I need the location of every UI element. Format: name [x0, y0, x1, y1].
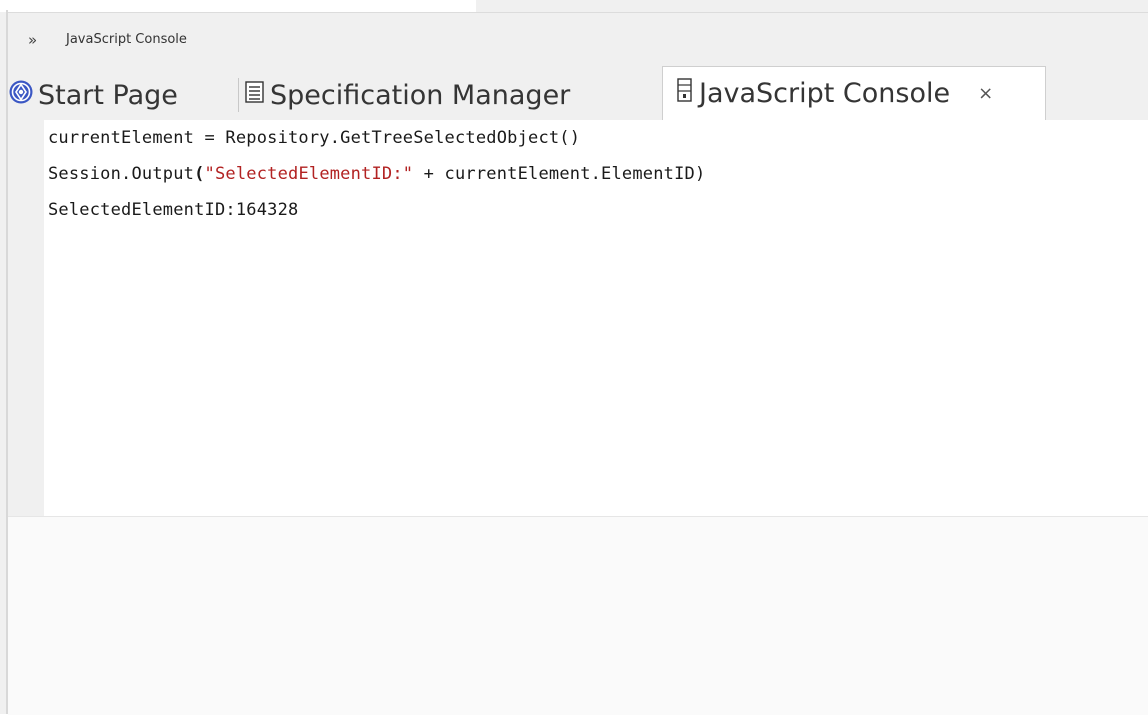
- console-window: » JavaScript Console Start Page Specific…: [0, 0, 1148, 715]
- console-document-icon: [675, 77, 695, 110]
- window-top-seam: [476, 0, 1148, 12]
- tab-divider: [238, 78, 239, 112]
- panel-title: JavaScript Console: [66, 32, 187, 47]
- tab-start-page-label: Start Page: [38, 79, 178, 111]
- console-line: SelectedElementID:164328: [48, 200, 299, 220]
- console-input-area[interactable]: [8, 516, 1148, 715]
- tab-specification-manager-label: Specification Manager: [270, 79, 571, 111]
- double-chevron-right-icon[interactable]: »: [28, 31, 46, 49]
- tab-start-page[interactable]: Start Page: [8, 72, 178, 118]
- specification-list-icon: [244, 80, 266, 111]
- console-line: currentElement = Repository.GetTreeSelec…: [48, 128, 581, 148]
- panel-header: » JavaScript Console: [8, 12, 1148, 67]
- console-expression: + currentElement.ElementID): [413, 164, 706, 184]
- console-call: Session.Output: [48, 164, 195, 184]
- console-string-literal: "SelectedElementID:": [204, 164, 414, 184]
- tab-javascript-console[interactable]: JavaScript Console ×: [662, 66, 1046, 120]
- console-gutter: [8, 120, 44, 516]
- window-top-edge: [0, 0, 1148, 12]
- console-paren: (: [194, 164, 205, 184]
- close-tab-icon[interactable]: ×: [978, 83, 993, 104]
- tab-javascript-console-label: JavaScript Console: [699, 78, 951, 109]
- tab-strip: Start Page Specification Manager JavaScr…: [8, 66, 1148, 120]
- start-page-icon: [8, 79, 34, 112]
- tab-specification-manager[interactable]: Specification Manager: [244, 72, 570, 118]
- console-line: Session.Output("SelectedElementID:" + cu…: [48, 164, 705, 184]
